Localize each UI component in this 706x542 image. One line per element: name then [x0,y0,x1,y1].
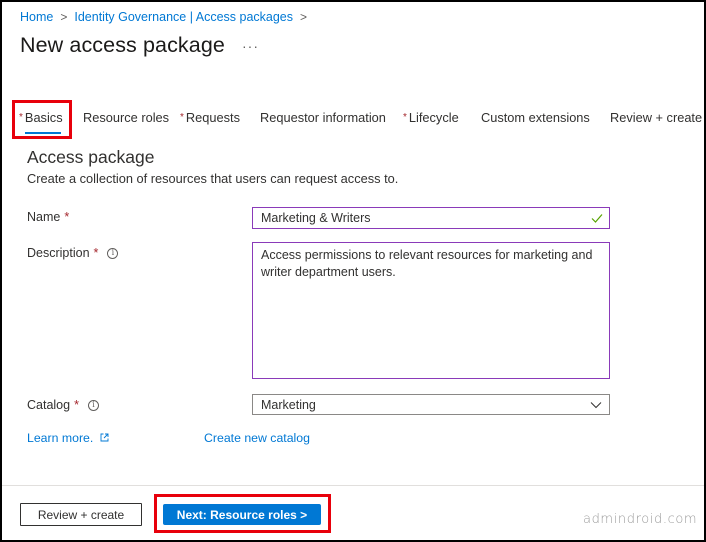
tab-requestor-information[interactable]: Requestor information [260,110,386,125]
name-input[interactable]: Marketing & Writers [252,207,610,229]
section-description: Create a collection of resources that us… [27,171,399,186]
catalog-dropdown[interactable]: Marketing [252,394,610,415]
tab-custom-extensions[interactable]: Custom extensions [481,110,590,125]
tab-label: Requestor information [260,110,386,125]
new-access-package-page: Home > Identity Governance | Access pack… [2,2,704,540]
required-marker: * [64,210,70,224]
tab-label: Lifecycle [408,110,459,125]
required-marker: * [403,112,407,123]
page-title: New access package [20,33,225,57]
active-tab-indicator [25,132,61,134]
breadcrumb-home[interactable]: Home [20,10,53,24]
name-label-text: Name [27,210,61,224]
review-create-button[interactable]: Review + create [20,503,142,526]
info-icon[interactable]: i [87,399,99,411]
valid-check-icon [591,214,603,223]
tab-basics[interactable]: * Basics [19,110,63,134]
learn-more-text: Learn more. [27,431,94,445]
tab-review-create[interactable]: Review + create [610,110,702,125]
required-marker: * [93,246,99,260]
description-label-text: Description [27,246,90,260]
tab-resource-roles[interactable]: Resource roles [83,110,169,125]
tab-requests[interactable]: * Requests [180,110,240,125]
wizard-tabs: * Basics Resource roles * Requests Request… [2,108,704,134]
section-title: Access package [27,147,155,167]
catalog-selected-value: Marketing [261,397,316,412]
name-label: Name * [27,210,69,224]
tab-lifecycle[interactable]: * Lifecycle [403,110,459,125]
description-textarea[interactable]: Access permissions to relevant resources… [252,242,610,379]
required-marker: * [74,398,79,412]
learn-more-link[interactable]: Learn more. [27,431,109,445]
external-link-icon [100,433,109,442]
next-resource-roles-button[interactable]: Next: Resource roles > [163,504,321,525]
chevron-down-icon [590,402,602,409]
footer-divider [2,485,704,486]
description-label: Description * i [27,246,119,260]
tab-label: Custom extensions [481,110,590,125]
catalog-label-text: Catalog [27,398,71,412]
create-new-catalog-link[interactable]: Create new catalog [204,431,310,445]
required-marker: * [19,112,23,123]
tab-label: Basics [24,110,63,125]
breadcrumb: Home > Identity Governance | Access pack… [20,10,314,24]
required-marker: * [180,112,184,123]
tab-label: Review + create [610,110,703,125]
watermark: admindroid.com [583,512,698,527]
tab-label: Resource roles [83,110,170,125]
breadcrumb-separator: > [60,10,68,24]
tab-label: Requests [185,110,240,125]
more-options-button[interactable]: ··· [242,38,259,54]
catalog-label: Catalog * i [27,398,99,412]
info-icon[interactable]: i [107,247,119,259]
name-input-value: Marketing & Writers [261,211,371,225]
breadcrumb-separator: > [300,10,308,24]
breadcrumb-access-packages[interactable]: Identity Governance | Access packages [74,10,293,24]
